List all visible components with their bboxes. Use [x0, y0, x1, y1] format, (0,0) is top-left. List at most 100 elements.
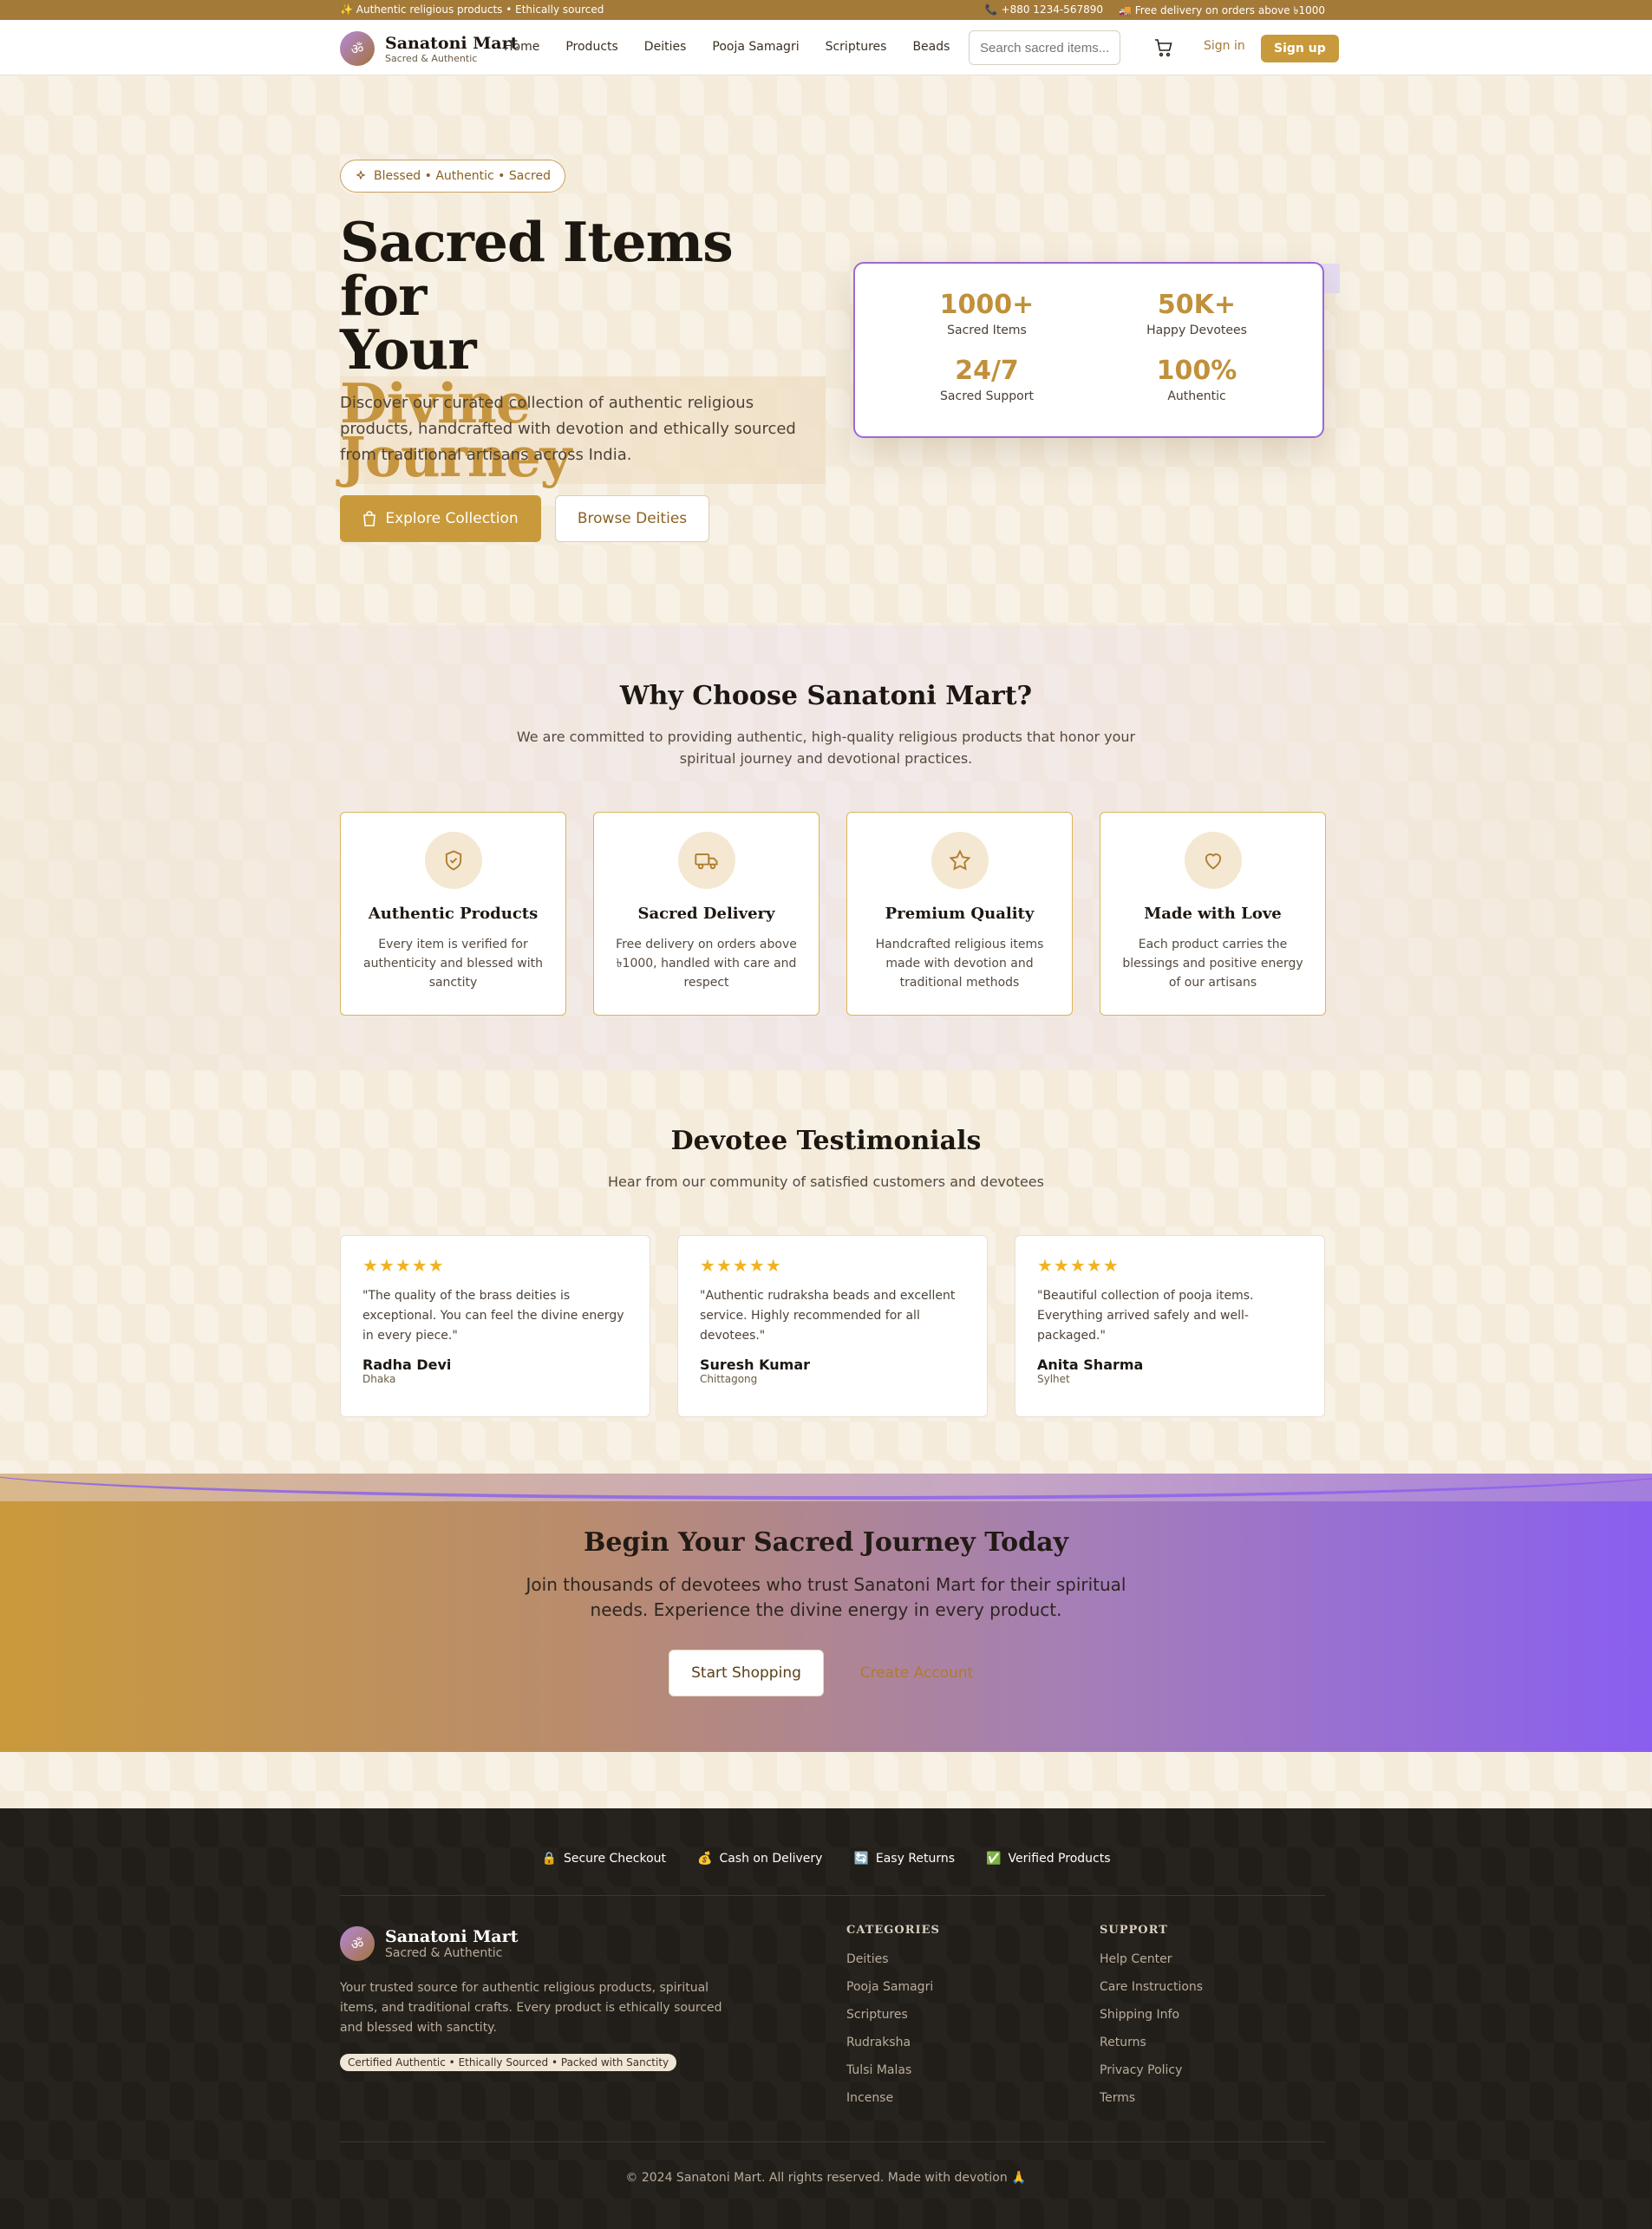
footer: 🔒 Secure Checkout 💰 Cash on Delivery 🔄 Easy…: [0, 1808, 1652, 2229]
why-subtitle-line1: We are committed to providing authentic,…: [516, 729, 1136, 745]
footer-link[interactable]: Shipping Info: [1100, 2008, 1203, 2036]
trust-badges: 🔒 Secure Checkout 💰 Cash on Delivery 🔄 Easy…: [0, 1852, 1652, 1866]
shopping-bag-icon: [363, 511, 376, 526]
stat-label: Sacred Items: [947, 324, 1027, 337]
feature-title: Made with Love: [1144, 905, 1282, 923]
trust-label: Easy Returns: [875, 1852, 956, 1866]
trust-label: Cash on Delivery: [719, 1852, 823, 1866]
feature-title: Authentic Products: [368, 905, 539, 923]
brand-name: Sanatoni Mart: [385, 33, 519, 53]
nav-link-deities[interactable]: Deities: [644, 40, 687, 54]
footer-link[interactable]: Privacy Policy: [1100, 2063, 1203, 2091]
testimonials-section: Devotee Testimonials Hear from our commu…: [0, 1070, 1652, 1474]
footer-link[interactable]: Terms: [1100, 2091, 1203, 2119]
feature-card-love: Made with Love Each product carries the …: [1100, 812, 1326, 1016]
stat-value: 50K+: [1157, 290, 1237, 320]
footer-link[interactable]: Rudraksha: [846, 2036, 940, 2063]
footer-link[interactable]: Tulsi Malas: [846, 2063, 940, 2091]
divider: [340, 2141, 1325, 2142]
why-title: Why Choose Sanatoni Mart?: [619, 681, 1033, 711]
hero-badge-text: Blessed • Authentic • Sacred: [374, 169, 551, 183]
cta-text-line2: needs. Experience the divine energy in e…: [590, 1599, 1062, 1620]
feature-title: Premium Quality: [885, 905, 1035, 923]
trust-easy-returns: 🔄 Easy Returns: [853, 1852, 955, 1866]
rating-stars-icon: ★★★★★: [362, 1255, 445, 1276]
nav-link-scriptures[interactable]: Scriptures: [826, 40, 887, 54]
brand-logo[interactable]: ॐ Sanatoni Mart Sacred & Authentic: [340, 31, 518, 66]
trust-secure-checkout: 🔒 Secure Checkout: [542, 1852, 667, 1866]
copyright: © 2024 Sanatoni Mart. All rights reserve…: [625, 2171, 1027, 2185]
returns-icon: 🔄: [853, 1852, 869, 1866]
nav-link-pooja-samagri[interactable]: Pooja Samagri: [712, 40, 799, 54]
testimonial-quote: "Authentic rudraksha beads and excellent…: [700, 1289, 956, 1343]
delivery-notice: 🚚 Free delivery on orders above ৳1000: [1119, 4, 1325, 16]
testimonial-name: Radha Devi: [362, 1356, 452, 1373]
search-input[interactable]: [969, 30, 1120, 65]
testimonial-location: Dhaka: [362, 1373, 396, 1385]
rating-stars-icon: ★★★★★: [1037, 1255, 1120, 1276]
sign-in-link[interactable]: Sign in: [1204, 39, 1245, 53]
explore-collection-label: Explore Collection: [385, 510, 519, 527]
why-choose-section: Why Choose Sanatoni Mart? We are committ…: [0, 625, 1652, 1070]
footer-link[interactable]: Pooja Samagri: [846, 1980, 940, 2008]
feature-title: Sacred Delivery: [637, 905, 775, 923]
divider: [340, 1895, 1325, 1896]
footer-link[interactable]: Care Instructions: [1100, 1980, 1203, 2008]
stat-item: 1000+ Sacred Items: [891, 290, 1082, 337]
feature-icon-wrap: [930, 832, 989, 889]
stat-item: 50K+ Happy Devotees: [1101, 290, 1292, 337]
stats-card: 1000+ Sacred Items 50K+ Happy Devotees 2…: [853, 262, 1324, 438]
sign-up-button[interactable]: Sign up: [1261, 35, 1339, 62]
feature-card-authentic: Authentic Products Every item is verifie…: [340, 812, 566, 1016]
footer-pattern: [0, 1808, 1652, 2229]
feature-card-delivery: Sacred Delivery Free delivery on orders …: [593, 812, 819, 1016]
testimonials-subtitle: Hear from our community of satisfied cus…: [608, 1173, 1044, 1190]
nav-link-products[interactable]: Products: [565, 40, 617, 54]
feature-icon-wrap: [677, 832, 735, 889]
trust-verified-products: ✅ Verified Products: [986, 1852, 1110, 1866]
sparkles-icon: [356, 170, 366, 180]
money-bag-icon: 💰: [697, 1852, 713, 1866]
feature-description: Handcrafted religious items made with de…: [875, 938, 1044, 990]
explore-collection-button[interactable]: Explore Collection: [340, 495, 541, 542]
trust-label: Secure Checkout: [563, 1852, 667, 1866]
footer-link[interactable]: Scriptures: [846, 2008, 940, 2036]
footer-categories-title: CATEGORIES: [846, 1924, 940, 1937]
stat-value: 100%: [1156, 356, 1237, 386]
testimonial-location: Chittagong: [700, 1373, 758, 1385]
nav-link-beads[interactable]: Beads: [912, 40, 950, 54]
feature-description: Every item is verified for authenticity …: [363, 938, 543, 990]
nav-link-home[interactable]: Home: [504, 40, 539, 54]
stat-value: 1000+: [939, 290, 1035, 320]
nav-links: Home Products Deities Pooja Samagri Scri…: [504, 40, 950, 54]
truck-icon: [694, 853, 717, 870]
footer-link[interactable]: Deities: [846, 1952, 940, 1980]
footer-link[interactable]: Returns: [1100, 2036, 1203, 2063]
start-shopping-button[interactable]: Start Shopping: [669, 1650, 824, 1696]
cta-text-line1: Join thousands of devotees who trust San…: [526, 1574, 1126, 1595]
testimonial-card: ★★★★★ "Authentic rudraksha beads and exc…: [677, 1235, 988, 1417]
stat-item: 100% Authentic: [1101, 356, 1292, 403]
stat-label: Authentic: [1167, 389, 1226, 403]
hero-title-line2: Your: [340, 317, 477, 382]
cta-section: Begin Your Sacred Journey Today Join tho…: [0, 1474, 1652, 1752]
browse-deities-button[interactable]: Browse Deities: [555, 495, 709, 542]
footer-brand[interactable]: ॐ Sanatoni Mart Sacred & Authentic: [340, 1926, 518, 1961]
testimonial-name: Suresh Kumar: [700, 1356, 811, 1373]
footer-link[interactable]: Help Center: [1100, 1952, 1203, 1980]
create-account-button[interactable]: Create Account: [839, 1650, 994, 1696]
footer-brand-name: Sanatoni Mart: [385, 1927, 519, 1946]
feature-icon-wrap: [424, 832, 482, 889]
stat-value: 24/7: [955, 356, 1019, 386]
footer-categories: CATEGORIES Deities Pooja Samagri Scriptu…: [846, 1924, 940, 2119]
footer-link[interactable]: Incense: [846, 2091, 940, 2119]
star-icon: [948, 849, 971, 871]
phone-number[interactable]: 📞 +880 1234-567890: [985, 3, 1103, 21]
trust-label: Verified Products: [1008, 1852, 1111, 1866]
navbar: ॐ Sanatoni Mart Sacred & Authentic Home …: [0, 20, 1652, 75]
hero-description: Discover our curated collection of authe…: [340, 394, 796, 464]
testimonial-card: ★★★★★ "Beautiful collection of pooja ite…: [1015, 1235, 1325, 1417]
shield-check-icon: [445, 850, 461, 871]
feature-description: Free delivery on orders above ৳1000, han…: [616, 938, 797, 990]
shopping-cart-icon[interactable]: [1153, 37, 1174, 58]
